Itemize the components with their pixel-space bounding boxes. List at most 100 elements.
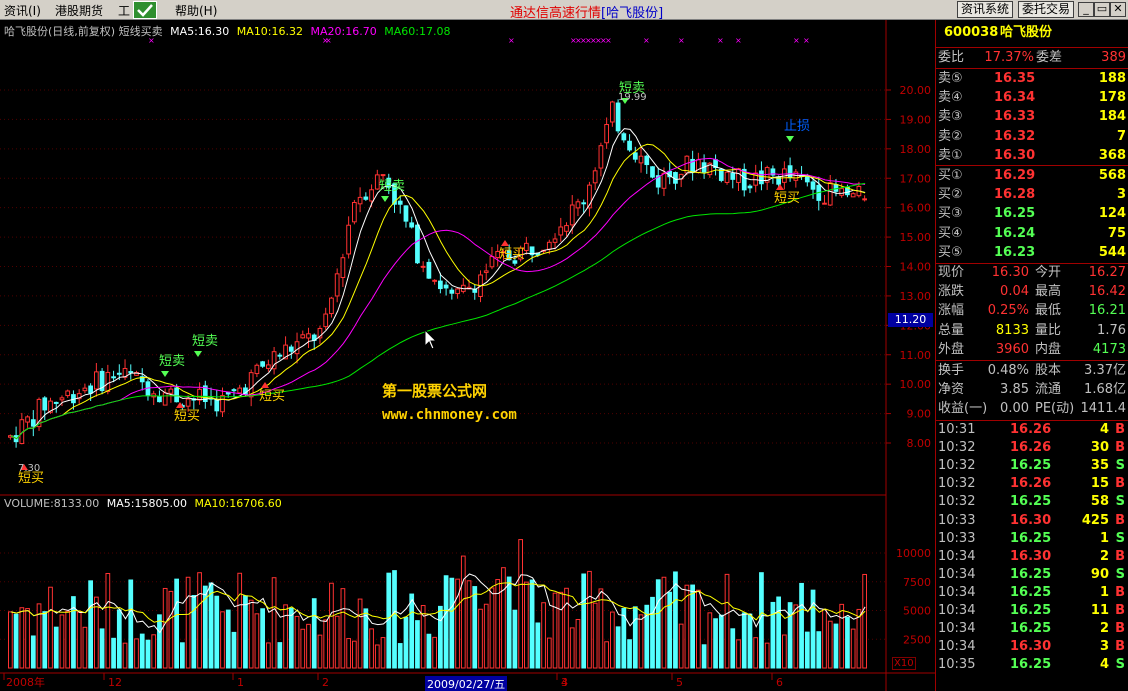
volume-bar <box>650 596 655 669</box>
volume-bar <box>65 610 71 669</box>
volume-bar <box>466 580 472 669</box>
candle-body <box>524 242 529 251</box>
candle-body <box>718 168 724 181</box>
volume-bar <box>627 639 632 669</box>
volume-bar <box>409 593 415 669</box>
tick-volume: 11 <box>1090 603 1109 618</box>
stat-value: 1.68亿 <box>1084 382 1126 398</box>
volume-bar <box>799 582 804 669</box>
candle-body <box>627 140 632 151</box>
buy-arrow-icon <box>776 184 784 190</box>
candle-body <box>59 397 65 401</box>
ask-row: 卖④ 16.34 178 <box>936 89 1128 107</box>
volume-bar <box>225 609 231 669</box>
volume-bar <box>243 595 248 669</box>
tick-side: B <box>1115 512 1125 528</box>
minimize-icon[interactable]: _ <box>1078 2 1094 17</box>
tick-volume: 425 <box>1081 512 1109 528</box>
stat-row: 总量 8133 量比 1.76 <box>936 322 1128 340</box>
tick-price: 16.30 <box>1010 512 1052 528</box>
volume-bar <box>346 638 351 669</box>
ask-price: 16.34 <box>994 90 1036 106</box>
stat-label: 今开 <box>1035 265 1062 280</box>
candle-body <box>260 361 265 367</box>
candle-body <box>380 174 386 177</box>
volume-bar <box>168 590 174 669</box>
price-tick-label: 11.00 <box>900 349 932 362</box>
volume-bar <box>804 631 810 669</box>
event-marker-icon: × <box>508 36 515 45</box>
volume-bar <box>76 611 82 669</box>
close-icon[interactable]: ✕ <box>1110 2 1126 17</box>
ask-volume: 368 <box>1098 147 1126 163</box>
signal-label: 短买 <box>499 247 525 262</box>
volume-bar <box>632 606 638 669</box>
candle-body <box>357 196 363 205</box>
candle-body <box>575 201 581 209</box>
kline-chart-area[interactable]: 20.00 19.00 18.00 17.00 16.00 15.00 14.00 13.00… <box>0 20 935 691</box>
news-system-button[interactable]: 资讯系统 <box>957 1 1014 18</box>
stat-value: 3.37亿 <box>1084 363 1126 378</box>
restore-icon[interactable]: ▭ <box>1094 2 1110 17</box>
volume-bar <box>822 609 827 669</box>
ask-row: 卖③ 16.33 184 <box>936 108 1128 126</box>
chart-header: 哈飞股份(日线,前复权) 短线买卖 MA5:16.30 MA10:16.32 M… <box>4 23 450 39</box>
menu-item-tools[interactable]: 工 <box>118 2 130 19</box>
mouse-cursor-icon <box>424 329 438 350</box>
menu-item-help[interactable]: 帮助(H) <box>175 2 217 19</box>
candle-body <box>632 152 638 160</box>
kline-svg: 20.0019.0018.0017.0016.0015.0014.0013.00… <box>0 20 935 691</box>
cursor-price-label: 11.20 <box>888 313 933 327</box>
bid-row: 买② 16.28 3 <box>936 186 1128 204</box>
volume-bar <box>587 570 592 669</box>
ask-label: 卖⑤ <box>938 71 963 86</box>
candle-body <box>174 387 179 403</box>
volume-bar <box>139 633 145 669</box>
menu-item-news[interactable]: 资讯(I) <box>4 2 41 19</box>
volume-bar <box>638 614 644 669</box>
low-price-label: 7.30 <box>18 463 40 474</box>
volume-bar <box>478 608 483 669</box>
candle-body <box>162 392 168 406</box>
stat-value: 8133 <box>995 322 1029 338</box>
tick-side: B <box>1115 584 1125 600</box>
volume-bar <box>736 639 741 669</box>
volume-bar <box>415 620 420 669</box>
signal-label: 短买 <box>774 191 800 206</box>
volume-bar <box>443 575 449 669</box>
candle-body <box>569 204 575 226</box>
stat-label: 现价 <box>938 265 965 280</box>
stat-label: PE(动) <box>1035 401 1075 417</box>
candle-body <box>804 175 810 183</box>
stat-value: 0.04 <box>1000 284 1029 300</box>
candle-body <box>592 170 598 184</box>
bid-price: 16.29 <box>994 168 1036 183</box>
volume-bar <box>604 641 609 669</box>
stat-value: 16.30 <box>991 265 1029 280</box>
event-marker-icon: × <box>678 36 685 45</box>
volume-bar <box>248 599 254 669</box>
bid-row: 买③ 16.25 124 <box>936 205 1128 223</box>
volume-bar <box>397 643 403 669</box>
volume-bar <box>564 587 569 669</box>
volume-bar <box>25 608 30 669</box>
volume-bar <box>300 628 306 669</box>
volume-bar <box>19 607 25 669</box>
ma10-value: MA10:16.32 <box>236 25 304 38</box>
candle-body <box>747 185 753 189</box>
stat-row: 换手 0.48% 股本 3.37亿 <box>936 362 1128 380</box>
ask-volume: 188 <box>1098 71 1126 86</box>
candle-body <box>197 388 202 401</box>
volume-bar <box>294 615 300 669</box>
tick-price: 16.26 <box>1010 476 1052 492</box>
tick-volume: 1 <box>1099 530 1109 546</box>
date-axis-label: 2008年 <box>6 675 45 689</box>
menu-item-hk-futures[interactable]: 港股期货 <box>55 2 103 19</box>
volume-bar <box>380 637 386 669</box>
candle-body <box>415 224 420 264</box>
tick-price: 16.25 <box>1010 584 1052 600</box>
price-tick-label: 9.00 <box>907 408 932 421</box>
tick-price: 16.30 <box>1010 548 1052 564</box>
trade-order-button[interactable]: 委托交易 <box>1018 1 1075 18</box>
price-tick-label: 8.00 <box>907 437 932 450</box>
